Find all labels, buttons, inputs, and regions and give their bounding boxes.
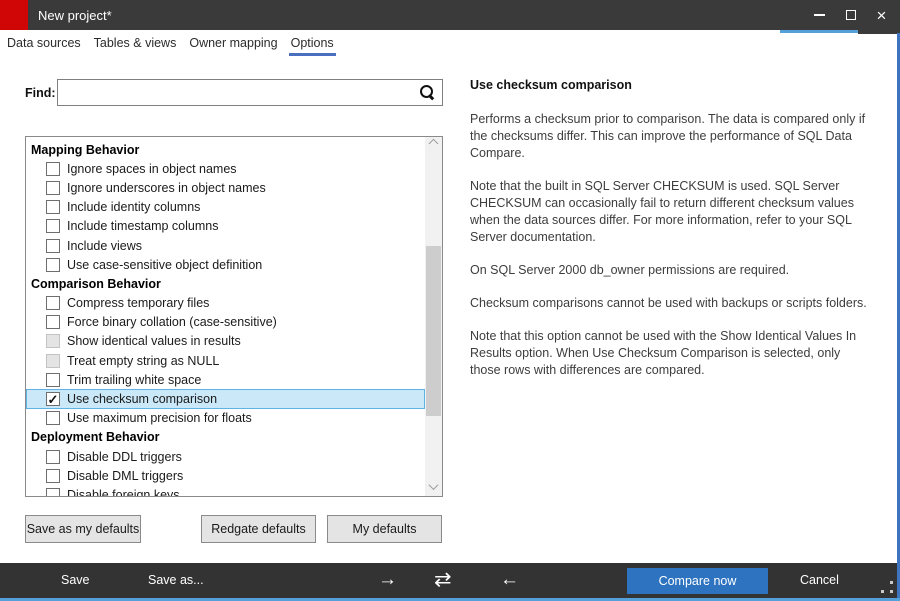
titlebar[interactable]: New project*	[0, 0, 900, 30]
option-item[interactable]: Include views	[26, 236, 425, 255]
option-label: Compress temporary files	[67, 296, 209, 310]
checkbox[interactable]	[46, 488, 60, 496]
option-item[interactable]: Disable foreign keys	[26, 485, 425, 496]
option-label: Force binary collation (case-sensitive)	[67, 315, 277, 329]
checkbox[interactable]	[46, 296, 60, 310]
window-title: New project*	[38, 8, 112, 23]
close-icon: ×	[877, 7, 887, 24]
scroll-up-icon[interactable]	[425, 138, 442, 155]
app-icon	[0, 0, 28, 30]
minimize-icon	[814, 14, 825, 16]
options-list: Mapping Behavior Ignore spaces in object…	[25, 136, 443, 497]
window-controls: ×	[804, 0, 897, 30]
option-label: Use maximum precision for floats	[67, 411, 252, 425]
option-label: Disable DML triggers	[67, 469, 183, 483]
option-label: Trim trailing white space	[67, 373, 201, 387]
new-project-dialog: New project* × Data sources Tables & vie…	[0, 0, 900, 601]
redgate-defaults-button[interactable]: Redgate defaults	[201, 515, 316, 543]
checkbox[interactable]	[46, 219, 60, 233]
swap-arrows-icon[interactable]: ⇄	[434, 568, 452, 592]
option-item[interactable]: Force binary collation (case-sensitive)	[26, 313, 425, 332]
options-list-content: Mapping Behavior Ignore spaces in object…	[26, 137, 425, 496]
checkbox-checked[interactable]	[46, 392, 60, 406]
option-label: Disable foreign keys	[67, 488, 180, 496]
checkbox[interactable]	[46, 200, 60, 214]
option-item[interactable]: Include identity columns	[26, 198, 425, 217]
tab-bar: Data sources Tables & views Owner mappin…	[5, 33, 336, 56]
scrollbar[interactable]	[425, 137, 442, 496]
find-input[interactable]	[58, 80, 420, 105]
option-item[interactable]: Disable DML triggers	[26, 466, 425, 485]
tab-owner-mapping[interactable]: Owner mapping	[187, 33, 279, 56]
checkbox-disabled	[46, 334, 60, 348]
option-group-header: Mapping Behavior	[26, 140, 425, 159]
option-label: Include identity columns	[67, 200, 200, 214]
option-description-title: Use checksum comparison	[470, 78, 874, 92]
description-paragraph: On SQL Server 2000 db_owner permissions …	[470, 262, 874, 279]
close-button[interactable]: ×	[866, 0, 897, 30]
save-button[interactable]: Save	[61, 573, 90, 587]
option-label: Ignore underscores in object names	[67, 181, 266, 195]
option-item[interactable]: Disable DDL triggers	[26, 447, 425, 466]
tab-options[interactable]: Options	[289, 33, 336, 56]
save-as-my-defaults-button[interactable]: Save as my defaults	[25, 515, 141, 543]
checkbox[interactable]	[46, 469, 60, 483]
scrollbar-thumb[interactable]	[426, 246, 441, 416]
chevron-down-icon	[429, 480, 439, 490]
maximize-icon	[846, 10, 856, 20]
description-paragraph: Checksum comparisons cannot be used with…	[470, 295, 874, 312]
description-paragraph: Performs a checksum prior to comparison.…	[470, 111, 874, 162]
checkbox[interactable]	[46, 239, 60, 253]
find-box	[57, 79, 443, 106]
save-as-button[interactable]: Save as...	[148, 573, 204, 587]
option-item-disabled: Show identical values in results	[26, 332, 425, 351]
option-label: Include timestamp columns	[67, 219, 218, 233]
checkbox[interactable]	[46, 450, 60, 464]
checkbox-disabled	[46, 354, 60, 368]
map-left-arrow-icon[interactable]: ←	[500, 568, 519, 592]
description-paragraph: Note that this option cannot be used wit…	[470, 328, 874, 379]
option-item[interactable]: Include timestamp columns	[26, 217, 425, 236]
checkbox[interactable]	[46, 411, 60, 425]
option-description-panel: Use checksum comparison Performs a check…	[470, 78, 874, 395]
compare-now-button[interactable]: Compare now	[627, 568, 768, 594]
option-item-selected[interactable]: Use checksum comparison	[26, 389, 425, 408]
option-item[interactable]: Ignore underscores in object names	[26, 178, 425, 197]
tab-data-sources[interactable]: Data sources	[5, 33, 83, 56]
bottom-bar: Save Save as... → ⇄ ← Compare now Cancel	[0, 563, 900, 598]
description-paragraph: Note that the built in SQL Server CHECKS…	[470, 178, 874, 246]
option-label: Include views	[67, 239, 142, 253]
option-group-header: Deployment Behavior	[26, 428, 425, 447]
tab-tables-views[interactable]: Tables & views	[92, 33, 179, 56]
option-label: Treat empty string as NULL	[67, 354, 219, 368]
option-label: Use checksum comparison	[67, 392, 217, 406]
option-item-disabled: Treat empty string as NULL	[26, 351, 425, 370]
checkbox[interactable]	[46, 258, 60, 272]
chevron-up-icon	[429, 139, 439, 149]
search-icon[interactable]	[420, 85, 435, 100]
resize-grip[interactable]	[881, 581, 893, 593]
option-label: Disable DDL triggers	[67, 450, 182, 464]
option-item[interactable]: Trim trailing white space	[26, 370, 425, 389]
my-defaults-button[interactable]: My defaults	[327, 515, 442, 543]
titlebar-accent	[780, 30, 858, 33]
map-right-arrow-icon[interactable]: →	[378, 568, 397, 592]
option-group-header: Comparison Behavior	[26, 274, 425, 293]
option-label: Ignore spaces in object names	[67, 162, 237, 176]
checkbox[interactable]	[46, 162, 60, 176]
option-label: Show identical values in results	[67, 334, 241, 348]
checkbox[interactable]	[46, 315, 60, 329]
option-label: Use case-sensitive object definition	[67, 258, 262, 272]
scroll-down-icon[interactable]	[425, 478, 442, 495]
option-item[interactable]: Use case-sensitive object definition	[26, 255, 425, 274]
checkbox[interactable]	[46, 373, 60, 387]
maximize-button[interactable]	[835, 0, 866, 30]
option-item[interactable]: Ignore spaces in object names	[26, 159, 425, 178]
checkbox[interactable]	[46, 181, 60, 195]
option-item[interactable]: Compress temporary files	[26, 294, 425, 313]
minimize-button[interactable]	[804, 0, 835, 30]
find-label: Find:	[25, 86, 56, 100]
option-item[interactable]: Use maximum precision for floats	[26, 409, 425, 428]
cancel-button[interactable]: Cancel	[800, 573, 839, 587]
